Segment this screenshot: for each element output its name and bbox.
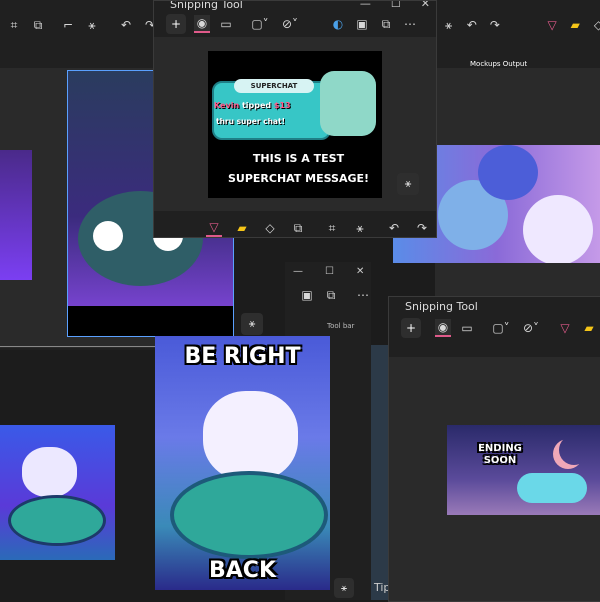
magic-edit-icon-secondary[interactable]: ⚹ [241,313,263,335]
magic-edit-icon-tertiary[interactable]: ⚹ [334,578,354,598]
cloud-cat [517,473,587,503]
close-icon[interactable]: ✕ [356,266,364,277]
pen-icon[interactable]: ▽ [206,219,222,237]
small-cat-head [22,447,77,497]
tool-bar-label: Tool bar [327,322,355,330]
crop-icon[interactable]: ⌗ [6,17,22,33]
background-toolbar-left: ⌗ ⧉ ⌐ ⚹ ↶ ↷ [0,10,160,40]
save-icon[interactable]: ▣ [299,287,315,303]
highlighter-icon[interactable]: ▰ [234,220,250,236]
small-tub [8,495,106,546]
shapes-icon[interactable]: ⧉ [30,17,46,33]
ocr-icon[interactable]: ⚹ [84,17,100,33]
eraser-icon[interactable]: ◇ [591,17,600,33]
redo-icon[interactable]: ↷ [487,17,502,33]
pen-icon[interactable]: ▽ [545,17,560,33]
superchat-amount: $13 [273,101,291,110]
window-controls-middle: — ☐ ✕ [293,266,364,277]
superchat-username: Kevin [214,101,240,110]
right-snipping-window: Snipping Tool + ◉ ▭ ▢˅ ⊘˅ ▽ ▰ ENDING SOO… [388,296,600,602]
superchat-tipped: tipped [241,101,272,110]
shape-select-icon[interactable]: ▢˅ [492,320,509,336]
timer-off-icon[interactable]: ⊘˅ [523,320,539,336]
cat-face-2 [523,195,593,263]
be-right-back-image: BE RIGHT BACK [155,336,330,590]
superchat-message: THIS IS A TEST SUPERCHAT MESSAGE! [227,152,370,185]
brb-top-text: BE RIGHT [184,344,301,369]
shape-select-icon[interactable]: ▢˅ [251,16,268,32]
timer-off-icon[interactable]: ⊘˅ [282,16,298,32]
crop2-icon[interactable]: ⌐ [60,17,76,33]
right-window-title: Snipping Tool [405,300,478,313]
ocr-icon[interactable]: ⚹ [441,17,456,33]
ocr-icon[interactable]: ⚹ [352,220,368,236]
middle-toolbar: ▣ ⧉ ⋯ [293,280,371,310]
camera-icon[interactable]: ◉ [194,15,210,33]
right-toolbar: + ◉ ▭ ▢˅ ⊘˅ ▽ ▰ [395,313,600,343]
copy-icon[interactable]: ⧉ [323,287,339,303]
redo-icon[interactable]: ↷ [414,220,430,236]
highlighter-icon[interactable]: ▰ [581,320,597,336]
superchat-image: SUPERCHAT Kevin tipped $13 thru super ch… [208,51,382,198]
maximize-icon[interactable]: ☐ [325,266,334,277]
save-icon[interactable]: ▣ [354,16,370,32]
cat-eye-left [93,221,123,251]
ending-soon-text: ENDING SOON [478,443,522,466]
camera-icon[interactable]: ◉ [435,319,451,337]
ending-soon-image: ENDING SOON [447,425,600,515]
superchat-line2: thru super chat! [216,117,285,126]
eraser-icon[interactable]: ◇ [262,220,278,236]
edit-icon[interactable]: ◐ [330,16,346,32]
copy-icon[interactable]: ⧉ [378,16,394,32]
middle-canvas-strip [371,345,388,600]
superchat-line1: Kevin tipped $13 [214,101,291,110]
superchat-cat [320,71,376,136]
cat-tub-small-image [0,425,115,560]
video-icon[interactable]: ▭ [459,320,475,336]
more-icon[interactable]: ⋯ [402,16,418,32]
brb-cat-head [203,391,298,481]
minimize-icon[interactable]: — [293,266,303,277]
highlighter-icon[interactable]: ▰ [568,17,583,33]
markup-toolbar: ▽ ▰ ◇ ⧉ ⌗ ⚹ ↶ ↷ [200,213,436,237]
undo-icon[interactable]: ↶ [386,220,402,236]
purple-cat-image [0,150,32,280]
black-bar [68,306,233,336]
main-toolbar: + ◉ ▭ ▢˅ ⊘˅ ◐ ▣ ⧉ ⋯ [160,9,436,39]
undo-icon[interactable]: ↶ [464,17,479,33]
cat-face-3 [478,145,538,200]
video-icon[interactable]: ▭ [218,16,234,32]
superchat-header: SUPERCHAT [234,79,314,93]
pen-icon[interactable]: ▽ [557,320,573,336]
more-icon[interactable]: ⋯ [355,287,371,303]
brb-tub [170,471,328,559]
brb-bottom-text: BACK [209,558,276,583]
new-snip-button[interactable]: + [166,14,186,34]
undo-icon[interactable]: ↶ [118,17,134,33]
tab-label-right: Mockups Output [470,60,528,68]
magic-edit-icon[interactable]: ⚹ [397,173,419,195]
background-toolbar-right: ⚹ ↶ ↷ ▽ ▰ ◇ [435,10,600,40]
main-snipping-window: Snipping Tool — ☐ ✕ + ◉ ▭ ▢˅ ⊘˅ ◐ ▣ ⧉ ⋯ … [153,0,437,238]
shapes-icon[interactable]: ⧉ [290,220,306,236]
new-snip-button[interactable]: + [401,318,421,338]
crop-icon[interactable]: ⌗ [324,220,340,236]
moon-icon [559,435,589,465]
